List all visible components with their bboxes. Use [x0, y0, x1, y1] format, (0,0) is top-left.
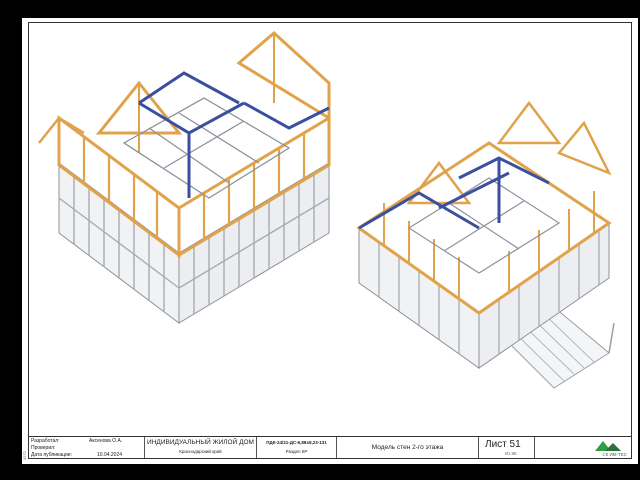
stamp-code-cell: ПДК-24/21-ДС-6,88х9,23-131 Раздел КР — [257, 437, 337, 458]
checked-label: Проверил: — [31, 445, 56, 451]
developed-name: Аксенова О.А. — [89, 438, 123, 444]
company-name: СК ИМ-ТЕС — [602, 452, 627, 457]
left-house-model — [38, 30, 331, 324]
published-label: Дата публикации: — [31, 452, 72, 458]
stamp-people-cell: Разработал: Аксенова О.А. Проверил: Дата… — [29, 437, 145, 458]
developed-label: Разработал: — [31, 438, 60, 444]
project-title: ИНДИВИДУАЛЬНЫЙ ЖИЛОЙ ДОМ — [147, 439, 254, 446]
house-frame-drawing — [38, 30, 615, 389]
section-name: Раздел КР — [285, 449, 308, 454]
published-date: 10.04.2024 — [97, 452, 123, 458]
stamp-logo-cell: СК ИМ-ТЕС — [535, 437, 631, 458]
title-block: Разработал: Аксенова О.А. Проверил: Дата… — [29, 436, 631, 458]
right-house-model — [356, 100, 615, 389]
sheet-number: Лист 51 — [485, 439, 521, 450]
project-code: ПДК-24/21-ДС-6,88х9,23-131 — [266, 440, 327, 445]
side-code: 3272 — [22, 451, 27, 460]
project-region: Краснодарский край — [179, 449, 222, 454]
drawing-sheet: Разработал: Аксенова О.А. Проверил: Дата… — [22, 18, 638, 464]
company-logo-icon — [595, 441, 621, 451]
stamp-sheet-cell: Лист 51 Из 88 — [479, 437, 535, 458]
sheet-total: Из 88 — [505, 451, 517, 456]
sheet-description: Модель стен 2-го этажа — [371, 444, 444, 451]
sheet-frame: Разработал: Аксенова О.А. Проверил: Дата… — [28, 22, 632, 459]
stamp-project-cell: ИНДИВИДУАЛЬНЫЙ ЖИЛОЙ ДОМ Краснодарский к… — [145, 437, 257, 458]
stamp-description-cell: Модель стен 2-го этажа — [337, 437, 479, 458]
